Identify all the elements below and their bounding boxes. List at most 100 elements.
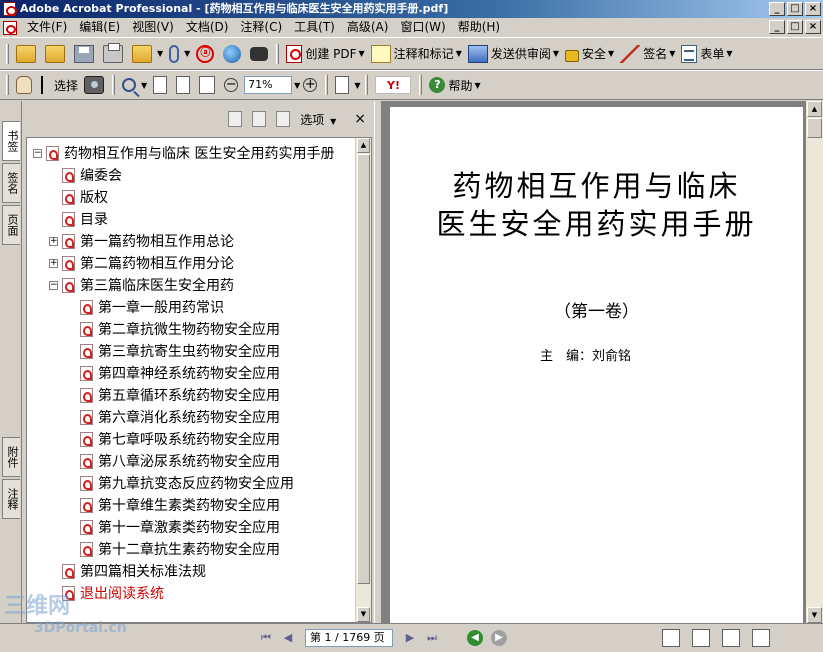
actual-size-button[interactable]	[150, 73, 173, 97]
hand-tool-button[interactable]	[13, 73, 38, 97]
scroll-thumb[interactable]	[357, 154, 370, 584]
close-panel-button[interactable]: ×	[354, 111, 366, 127]
toolbar-grip[interactable]	[112, 75, 116, 95]
toolbar-grip[interactable]	[365, 75, 369, 95]
facing-layout-icon[interactable]	[722, 629, 740, 647]
tab-comments[interactable]: 注释	[2, 479, 20, 519]
tab-attachments[interactable]: 附件	[2, 437, 20, 477]
search-button[interactable]	[247, 42, 274, 66]
doc-scroll-thumb[interactable]	[807, 118, 822, 138]
fit-page-button[interactable]	[173, 73, 196, 97]
page-number-field[interactable]: 第 1 / 1769 页	[305, 629, 393, 647]
secure-button[interactable]: 安全 ▼	[562, 42, 617, 66]
stamp-button[interactable]: ⓐ	[193, 42, 220, 66]
menu-help[interactable]: 帮助(H)	[452, 18, 506, 37]
next-view-button[interactable]: ▶	[491, 630, 507, 646]
bookmark-item[interactable]: 第十二章抗生素药物安全应用	[67, 538, 280, 560]
bookmark-item[interactable]: 第六章消化系统药物安全应用	[67, 406, 280, 428]
document-icon[interactable]	[3, 20, 17, 35]
menu-advanced[interactable]: 高级(A)	[341, 18, 395, 37]
bookmark-item[interactable]: 第七章呼吸系统药物安全应用	[67, 428, 280, 450]
toolbar-grip[interactable]	[419, 75, 423, 95]
print-button[interactable]	[100, 42, 129, 66]
tab-bookmarks[interactable]: 书签	[2, 121, 20, 161]
organizer-button[interactable]	[42, 42, 71, 66]
collapse-icon[interactable]: −	[33, 148, 42, 158]
bookmark-item[interactable]: 第一章一般用药常识	[67, 296, 224, 318]
options-menu[interactable]: 选项 ▼	[300, 111, 336, 128]
create-pdf-button[interactable]: 创建 PDF ▼	[283, 42, 367, 66]
bookmark-item[interactable]: 第九章抗变态反应药物安全应用	[67, 472, 294, 494]
bookmark-item[interactable]: 第四章神经系统药物安全应用	[67, 362, 280, 384]
bookmark-item[interactable]: − 药物相互作用与临床 医生安全用药实用手册	[33, 142, 334, 164]
bookmark-item[interactable]: 第四篇相关标准法规	[49, 560, 206, 582]
doc-scroll-down-arrow[interactable]: ▼	[807, 607, 822, 623]
toolbar-grip[interactable]	[6, 43, 9, 64]
toolbar-grip[interactable]	[325, 75, 329, 95]
minimize-button[interactable]: _	[769, 2, 785, 16]
next-page-button[interactable]: ▶	[399, 628, 421, 648]
document-scrollbar[interactable]: ▲ ▼	[806, 101, 823, 623]
expand-icon[interactable]: +	[49, 236, 58, 246]
doc-restore-button[interactable]: □	[787, 20, 803, 34]
zoom-tool-button[interactable]: ▼	[119, 73, 150, 97]
fit-width-button[interactable]	[196, 73, 221, 97]
expand-bookmark-icon[interactable]	[276, 111, 291, 127]
delete-bookmark-icon[interactable]	[228, 111, 243, 127]
bookmark-scrollbar[interactable]: ▲ ▼	[355, 138, 371, 622]
panel-splitter[interactable]	[374, 101, 382, 623]
toolbar-grip[interactable]	[276, 43, 280, 64]
tab-signatures[interactable]: 签名	[2, 163, 20, 203]
bookmark-item[interactable]: − 第三篇临床医生安全用药	[49, 274, 234, 296]
bookmark-item[interactable]: + 第一篇药物相互作用总论	[49, 230, 234, 252]
previous-page-button[interactable]: ◀	[277, 628, 299, 648]
first-page-button[interactable]: ⏮	[255, 628, 277, 648]
yahoo-button[interactable]: Y!	[372, 73, 417, 97]
bookmark-item[interactable]: 第十一章激素类药物安全应用	[67, 516, 280, 538]
bookmark-item[interactable]: 第三章抗寄生虫药物安全应用	[67, 340, 280, 362]
sign-button[interactable]: 签名 ▼	[617, 42, 678, 66]
menu-tools[interactable]: 工具(T)	[288, 18, 341, 37]
bookmark-item[interactable]: 版权	[49, 186, 108, 208]
attach-button[interactable]: ▼	[166, 42, 193, 66]
help-button[interactable]: ? 帮助 ▼	[426, 73, 483, 97]
single-page-layout-icon[interactable]	[662, 629, 680, 647]
zoom-in-button[interactable]: +	[300, 73, 323, 97]
rotate-button[interactable]: ▼	[332, 73, 363, 97]
scroll-down-arrow[interactable]: ▼	[357, 607, 370, 622]
zoom-out-button[interactable]: −	[221, 73, 244, 97]
send-review-button[interactable]: 发送供审阅 ▼	[465, 42, 562, 66]
document-view[interactable]: 药物相互作用与临床 医生安全用药实用手册 （第一卷） 主 编：刘俞铭 ▲ ▼	[382, 101, 823, 627]
select-tool-button[interactable]: 选择	[38, 73, 81, 97]
menu-view[interactable]: 视图(V)	[126, 18, 180, 37]
continuous-facing-layout-icon[interactable]	[752, 629, 770, 647]
snapshot-button[interactable]	[81, 73, 110, 97]
previous-view-button[interactable]: ◀	[467, 630, 483, 646]
menu-document[interactable]: 文档(D)	[180, 18, 235, 37]
zoom-input[interactable]: 71%	[244, 76, 293, 94]
doc-scroll-up-arrow[interactable]: ▲	[807, 101, 822, 117]
toolbar-grip[interactable]	[6, 75, 9, 95]
comment-markup-button[interactable]: 注释和标记 ▼	[368, 42, 465, 66]
expand-icon[interactable]: +	[49, 258, 58, 268]
scroll-up-arrow[interactable]: ▲	[357, 138, 370, 153]
collapse-icon[interactable]: −	[49, 280, 58, 290]
bookmark-item[interactable]: 第十章维生素类药物安全应用	[67, 494, 280, 516]
maximize-button[interactable]: □	[787, 2, 803, 16]
tab-pages[interactable]: 页面	[2, 205, 20, 245]
email-button[interactable]: ▼	[129, 42, 166, 66]
continuous-layout-icon[interactable]	[692, 629, 710, 647]
bookmark-item[interactable]: 第二章抗微生物药物安全应用	[67, 318, 280, 340]
bookmark-item[interactable]: 第五章循环系统药物安全应用	[67, 384, 280, 406]
menu-window[interactable]: 窗口(W)	[394, 18, 451, 37]
forms-button[interactable]: 表单 ▼	[678, 42, 735, 66]
menu-comments[interactable]: 注释(C)	[234, 18, 288, 37]
save-button[interactable]	[71, 42, 100, 66]
last-page-button[interactable]: ⏭	[421, 628, 443, 648]
open-button[interactable]	[13, 42, 42, 66]
new-bookmark-icon[interactable]	[252, 111, 267, 127]
bookmark-item[interactable]: 第八章泌尿系统药物安全应用	[67, 450, 280, 472]
bookmark-item[interactable]: 目录	[49, 208, 108, 230]
menu-file[interactable]: 文件(F)	[21, 18, 73, 37]
bookmark-item[interactable]: 编委会	[49, 164, 122, 186]
